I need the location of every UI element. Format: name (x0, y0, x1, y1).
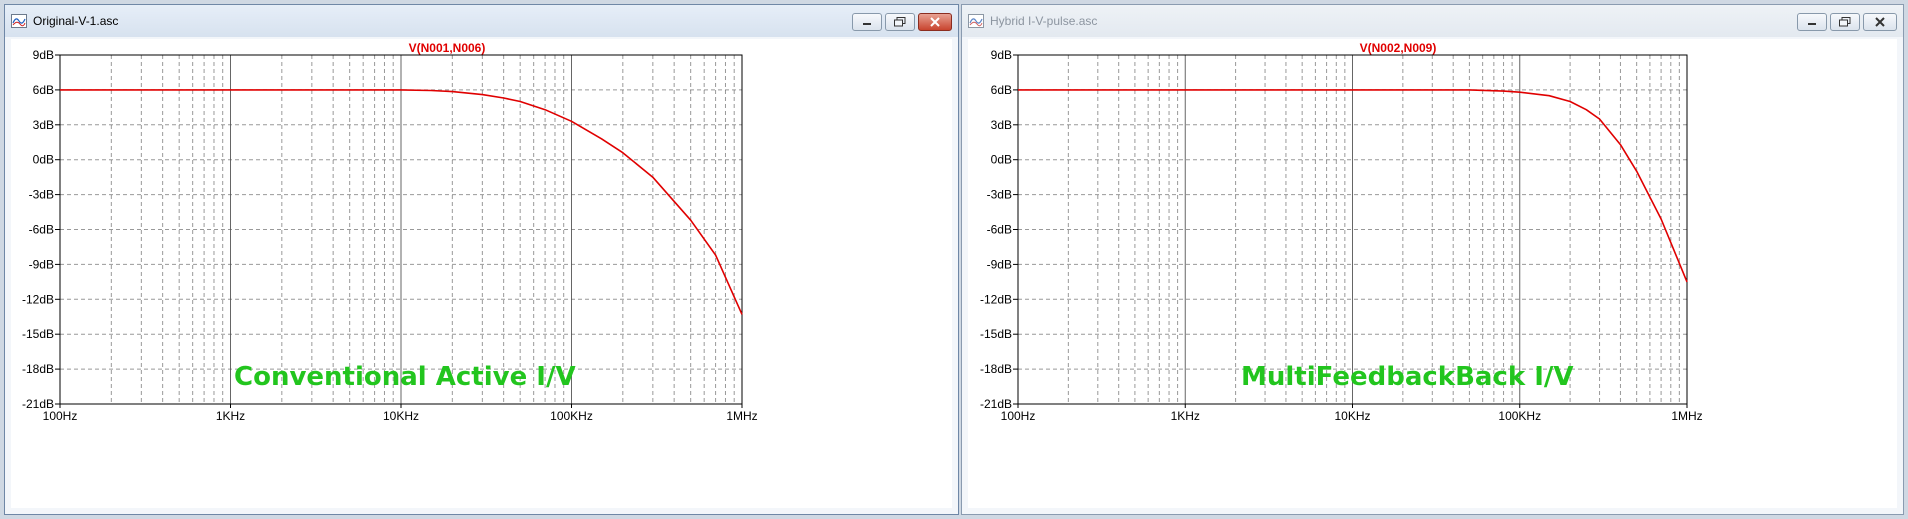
y-tick-label: -6dB (29, 223, 54, 237)
y-tick-label: -12dB (980, 292, 1012, 306)
close-icon (930, 17, 940, 27)
plot-annotation: Conventional Active I/V (234, 362, 576, 392)
waveform-app-icon (968, 14, 984, 28)
trace-label[interactable]: V(N001,N006) (409, 41, 486, 55)
y-tick-label: -3dB (29, 188, 54, 202)
x-tick-label: 100Hz (1001, 409, 1036, 423)
x-tick-label: 10KHz (383, 409, 419, 423)
window-titlebar[interactable]: Hybrid I-V-pulse.asc (962, 5, 1903, 37)
restore-icon (1839, 17, 1851, 27)
minimize-icon (1808, 23, 1816, 25)
y-tick-label: -3dB (987, 188, 1012, 202)
x-tick-label: 1KHz (1171, 409, 1200, 423)
x-tick-label: 1KHz (216, 409, 245, 423)
waveform-app-icon (11, 14, 27, 28)
restore-icon (894, 17, 906, 27)
x-tick-label: 1MHz (726, 409, 757, 423)
plot-window-2[interactable]: Hybrid I-V-pulse.asc V(N002,N009) 9dB 6dB… (961, 4, 1904, 515)
x-tick-label: 10KHz (1334, 409, 1370, 423)
x-tick-label: 1MHz (1671, 409, 1702, 423)
y-tick-label: -15dB (980, 327, 1012, 341)
y-tick-label: -15dB (22, 327, 54, 341)
y-tick-label: -18dB (22, 362, 54, 376)
minimize-button[interactable] (852, 13, 882, 31)
minimize-button[interactable] (1797, 13, 1827, 31)
close-button[interactable] (918, 13, 952, 31)
y-tick-label: 3dB (33, 118, 54, 132)
bode-plot[interactable]: V(N002,N009) 9dB 6dB 3dB 0dB -3dB -6dB -9dB -12… (968, 39, 1897, 508)
y-tick-label: -18dB (980, 362, 1012, 376)
window-title: Original-V-1.asc (33, 14, 119, 28)
window-titlebar[interactable]: Original-V-1.asc (5, 5, 958, 37)
bode-plot[interactable]: V(N001,N006) 9dB 6dB 3dB 0dB -3dB -6dB -9dB -12… (11, 39, 952, 508)
y-tick-label: 0dB (991, 153, 1012, 167)
minimize-icon (863, 23, 871, 25)
trace-label[interactable]: V(N002,N009) (1360, 41, 1437, 55)
y-tick-label: 0dB (33, 153, 54, 167)
close-button[interactable] (1863, 13, 1897, 31)
x-tick-label: 100KHz (550, 409, 593, 423)
restore-button[interactable] (885, 13, 915, 31)
plot-pane[interactable]: V(N001,N006) 9dB 6dB 3dB 0dB -3dB -6dB -9dB -12… (11, 39, 952, 508)
restore-button[interactable] (1830, 13, 1860, 31)
y-tick-label: 9dB (33, 48, 54, 62)
close-icon (1875, 17, 1885, 27)
y-tick-label: -12dB (22, 292, 54, 306)
y-tick-label: 6dB (33, 83, 54, 97)
plot-annotation: MultiFeedbackBack I/V (1241, 362, 1574, 392)
y-tick-label: 9dB (991, 48, 1012, 62)
y-tick-label: -9dB (987, 257, 1012, 271)
y-tick-label: -6dB (987, 223, 1012, 237)
x-tick-label: 100KHz (1498, 409, 1541, 423)
window-title: Hybrid I-V-pulse.asc (990, 14, 1098, 28)
x-tick-label: 100Hz (43, 409, 78, 423)
y-tick-label: -9dB (29, 257, 54, 271)
plot-pane[interactable]: V(N002,N009) 9dB 6dB 3dB 0dB -3dB -6dB -9dB -12… (968, 39, 1897, 508)
y-tick-label: 3dB (991, 118, 1012, 132)
plot-window-1[interactable]: Original-V-1.asc V(N001,N006) 9dB 6dB 3dB 0… (4, 4, 959, 515)
y-tick-label: 6dB (991, 83, 1012, 97)
